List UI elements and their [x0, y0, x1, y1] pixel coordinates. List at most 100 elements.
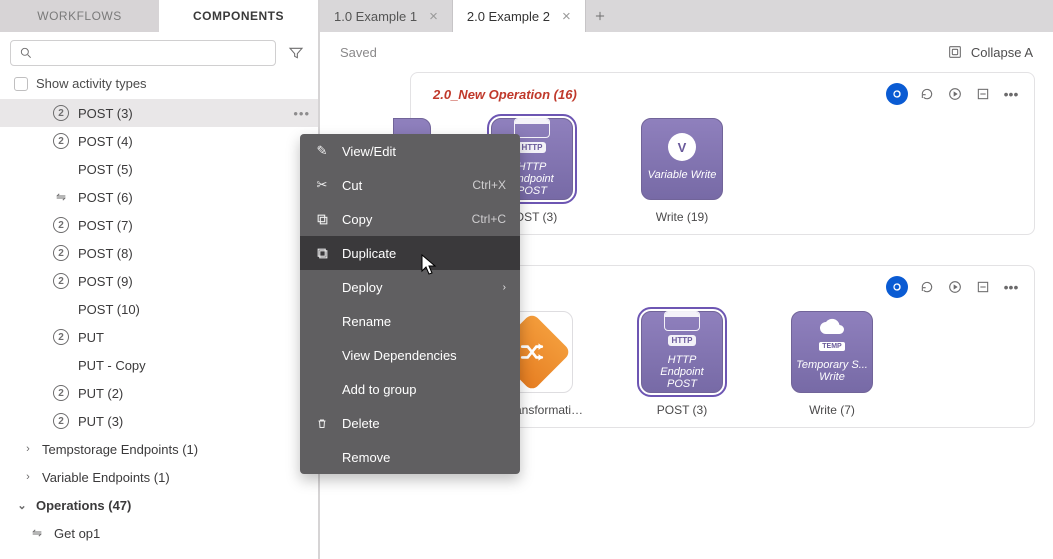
filter-button[interactable]	[284, 41, 308, 65]
copy-icon	[314, 213, 330, 226]
tree-label: POST (5)	[78, 162, 310, 177]
more-icon[interactable]: •••	[1002, 85, 1020, 103]
collapse-all-button[interactable]: Collapse A	[947, 44, 1033, 60]
chevron-down-icon: ⌄	[16, 499, 28, 512]
ctx-cut[interactable]: ✂ Cut Ctrl+X	[300, 168, 520, 202]
chevron-right-icon: ›	[503, 282, 506, 293]
context-menu[interactable]: ✎ View/Edit ✂ Cut Ctrl+X Copy Ctrl+C Dup…	[300, 134, 520, 474]
minimize-icon[interactable]	[974, 278, 992, 296]
ctx-shortcut: Ctrl+C	[472, 212, 506, 226]
tree-label: POST (7)	[78, 218, 310, 233]
tree-label: POST (10)	[78, 302, 310, 317]
tree-item[interactable]: 2 POST (8)	[0, 239, 318, 267]
broken-link-icon: ⇋	[52, 190, 70, 204]
block-toolbar: •••	[886, 276, 1020, 298]
ctx-label: Delete	[342, 416, 380, 431]
editor-tab[interactable]: 1.0 Example 1 ×	[320, 0, 453, 32]
tree-item[interactable]: PUT - Copy	[0, 351, 318, 379]
card-endpoint[interactable]: HTTP HTTP Endpoint POST	[641, 311, 723, 393]
ctx-rename[interactable]: Rename	[300, 304, 520, 338]
refresh-icon[interactable]	[918, 85, 936, 103]
tree-item[interactable]: 2 POST (3) •••	[0, 99, 318, 127]
activity-types-label: Show activity types	[36, 76, 147, 91]
more-icon[interactable]: •••	[293, 106, 310, 121]
card-tempstorage[interactable]: TEMP Temporary S... Write	[791, 311, 873, 393]
tree-group[interactable]: › Tempstorage Endpoints (1)	[0, 435, 318, 463]
count-icon: 2	[52, 329, 70, 345]
tree-item[interactable]: 2 POST (4)	[0, 127, 318, 155]
ctx-label: Duplicate	[342, 246, 396, 261]
card-label: Write (19)	[656, 210, 708, 224]
tree-label: Get op1	[54, 526, 310, 541]
trash-icon	[314, 417, 330, 430]
ctx-deploy[interactable]: Deploy ›	[300, 270, 520, 304]
collapse-icon	[947, 44, 963, 60]
ctx-delete[interactable]: Delete	[300, 406, 520, 440]
tree-item[interactable]: 2 PUT (3)	[0, 407, 318, 435]
count-icon: 2	[52, 413, 70, 429]
ctx-remove[interactable]: Remove	[300, 440, 520, 474]
search-input[interactable]	[10, 40, 276, 66]
activity-types-checkbox[interactable]	[14, 77, 28, 91]
play-icon[interactable]	[946, 85, 964, 103]
close-icon[interactable]: ×	[429, 8, 438, 25]
ctx-label: Remove	[342, 450, 390, 465]
play-icon[interactable]	[946, 278, 964, 296]
status-badge-icon[interactable]	[886, 276, 908, 298]
card-title: Temporary S... Write	[792, 355, 872, 387]
minimize-icon[interactable]	[974, 85, 992, 103]
tree-item[interactable]: POST (5)	[0, 155, 318, 183]
duplicate-icon	[314, 247, 330, 260]
tree-label: POST (9)	[78, 274, 310, 289]
tab-workflows[interactable]: WORKFLOWS	[0, 0, 159, 32]
ctx-add-group[interactable]: Add to group	[300, 372, 520, 406]
refresh-icon[interactable]	[918, 278, 936, 296]
scissors-icon: ✂	[314, 177, 330, 193]
ctx-label: Copy	[342, 212, 372, 227]
saved-status: Saved	[340, 45, 377, 60]
more-icon[interactable]: •••	[1002, 278, 1020, 296]
tree-category-operations[interactable]: ⌄ Operations (47)	[0, 491, 318, 519]
editor-tabs: 1.0 Example 1 × 2.0 Example 2 ×	[320, 0, 1053, 32]
tree-label: PUT (3)	[78, 414, 310, 429]
add-tab-button[interactable]	[586, 0, 614, 32]
card-title: HTTP Endpoint POST	[642, 350, 722, 394]
ctx-shortcut: Ctrl+X	[472, 178, 506, 192]
tree-label: Operations (47)	[36, 498, 310, 513]
tree-group[interactable]: › Variable Endpoints (1)	[0, 463, 318, 491]
ctx-copy[interactable]: Copy Ctrl+C	[300, 202, 520, 236]
card-title: Variable Write	[644, 165, 721, 185]
block-toolbar: •••	[886, 83, 1020, 105]
component-tree[interactable]: 2 POST (3) ••• 2 POST (4) POST (5) ⇋ POS…	[0, 99, 318, 559]
ctx-view-deps[interactable]: View Dependencies	[300, 338, 520, 372]
plus-icon	[593, 9, 607, 23]
shuffle-icon	[519, 339, 545, 365]
tree-item[interactable]: ⇋ POST (6)	[0, 183, 318, 211]
tree-item[interactable]: 2 PUT (2)	[0, 379, 318, 407]
editor-tab[interactable]: 2.0 Example 2 ×	[453, 0, 586, 32]
tree-item[interactable]: 2 POST (7)	[0, 211, 318, 239]
ctx-view-edit[interactable]: ✎ View/Edit	[300, 134, 520, 168]
sidebar-tabs: WORKFLOWS COMPONENTS	[0, 0, 318, 32]
funnel-icon	[288, 45, 304, 61]
tree-label: PUT - Copy	[78, 358, 310, 373]
tree-item[interactable]: 2 POST (9)	[0, 267, 318, 295]
chevron-right-icon: ›	[22, 471, 34, 483]
close-icon[interactable]: ×	[562, 8, 571, 25]
ctx-label: View Dependencies	[342, 348, 457, 363]
collapse-label: Collapse A	[971, 45, 1033, 60]
count-icon: 2	[52, 245, 70, 261]
status-badge-icon[interactable]	[886, 83, 908, 105]
tab-label: 1.0 Example 1	[334, 9, 417, 24]
count-icon: 2	[52, 133, 70, 149]
tree-item[interactable]: POST (10)	[0, 295, 318, 323]
card-variable[interactable]: V Variable Write	[641, 118, 723, 200]
tab-components[interactable]: COMPONENTS	[159, 0, 318, 32]
tree-item[interactable]: ⇋ Get op1	[0, 519, 318, 547]
ctx-label: Rename	[342, 314, 391, 329]
count-icon: 2	[52, 273, 70, 289]
tree-label: POST (8)	[78, 246, 310, 261]
tree-label: POST (3)	[78, 106, 285, 121]
tree-item[interactable]: 2 PUT	[0, 323, 318, 351]
ctx-duplicate[interactable]: Duplicate	[300, 236, 520, 270]
